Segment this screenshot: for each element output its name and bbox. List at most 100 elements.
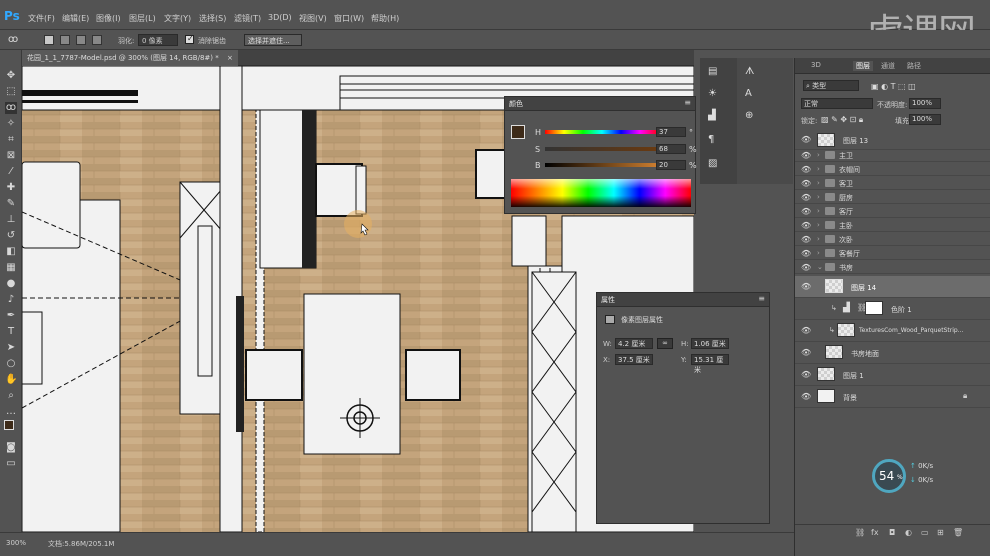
eye-icon[interactable]: 👁︎: [801, 193, 811, 202]
height-input[interactable]: 1.06 厘米: [691, 338, 729, 349]
blur-tool-icon[interactable]: ●: [5, 278, 17, 290]
eye-icon[interactable]: 👁︎: [801, 348, 811, 357]
panel-menu-icon[interactable]: ≡: [684, 98, 691, 107]
select-and-mask-button[interactable]: 选择并遮住...: [244, 34, 302, 46]
x-input[interactable]: 37.5 厘米: [615, 354, 653, 365]
pen-tool-icon[interactable]: ✒: [5, 310, 17, 322]
y-input[interactable]: 15.31 厘米: [691, 354, 729, 374]
menu-select[interactable]: 选择(S): [199, 13, 226, 24]
menu-file[interactable]: 文件(F): [28, 13, 55, 24]
properties-panel-title[interactable]: 属性: [601, 295, 615, 305]
hand-tool-icon[interactable]: ✋: [5, 374, 17, 386]
fill-input[interactable]: 100%: [909, 114, 941, 125]
blend-mode-select[interactable]: 正常: [801, 98, 873, 109]
expand-arrow-icon[interactable]: ›: [817, 151, 820, 159]
notes-panel-icon[interactable]: ▨: [708, 158, 717, 169]
feather-input[interactable]: 0 像素: [138, 34, 178, 46]
tab-3d[interactable]: 3D: [811, 61, 821, 69]
expand-arrow-icon[interactable]: ›: [817, 193, 820, 201]
expand-arrow-icon[interactable]: ›: [817, 207, 820, 215]
dodge-tool-icon[interactable]: ♪: [5, 294, 17, 306]
screen-mode-icon[interactable]: ▭: [5, 458, 17, 470]
group-row-kitchen[interactable]: 👁︎ › 厨房: [795, 190, 990, 204]
eye-icon[interactable]: 👁︎: [801, 326, 811, 335]
layer-row-study-floor[interactable]: 👁︎ 书房地面: [795, 342, 990, 364]
fx-icon[interactable]: fx: [871, 528, 879, 537]
tab-channels[interactable]: 通道: [881, 61, 895, 71]
menu-type[interactable]: 文字(Y): [164, 13, 191, 24]
expand-arrow-icon[interactable]: ›: [817, 179, 820, 187]
layer-row-13[interactable]: 👁︎ 图层 13: [795, 130, 990, 150]
close-tab-icon[interactable]: ×: [227, 54, 233, 62]
expand-arrow-icon[interactable]: ›: [817, 165, 820, 173]
stamp-tool-icon[interactable]: ⊥: [5, 214, 17, 226]
crop-tool-icon[interactable]: ⌗: [5, 134, 17, 146]
tab-paths[interactable]: 路径: [907, 61, 921, 71]
document-tab[interactable]: 花园_1_1_7787-Model.psd @ 300% (图层 14, RGB…: [22, 50, 238, 66]
eye-icon[interactable]: 👁︎: [801, 282, 811, 291]
zoom-level[interactable]: 300%: [6, 539, 26, 547]
group-row-living-room[interactable]: 👁︎ › 客厅: [795, 204, 990, 218]
width-input[interactable]: 4.2 厘米: [615, 338, 653, 349]
menu-layer[interactable]: 图层(L): [129, 13, 156, 24]
eraser-tool-icon[interactable]: ◧: [5, 246, 17, 258]
intersect-selection-icon[interactable]: [92, 35, 102, 45]
saturation-value[interactable]: 68: [656, 144, 686, 154]
antialias-checkbox[interactable]: ✓: [185, 34, 194, 44]
eye-icon[interactable]: 👁︎: [801, 135, 811, 144]
gradient-tool-icon[interactable]: ▦: [5, 262, 17, 274]
collapse-arrow-icon[interactable]: ⌄: [817, 263, 823, 271]
lasso-tool-icon[interactable]: ꝏ: [5, 102, 17, 114]
brightness-slider[interactable]: [545, 163, 659, 167]
type-tool-icon[interactable]: T: [5, 326, 17, 338]
layer-row-texture[interactable]: 👁︎ ↳ TexturesCom_Wood_ParquetStrip...: [795, 320, 990, 342]
path-select-icon[interactable]: ➤: [5, 342, 17, 354]
magic-wand-icon[interactable]: ✧: [5, 118, 17, 130]
layer-row-levels[interactable]: ↳ ▟ ⛓︎ 色阶 1: [795, 298, 990, 320]
group-row-study[interactable]: 👁︎ ⌄ 书房: [795, 260, 990, 274]
eyedropper-icon[interactable]: ⁄: [5, 166, 17, 178]
eye-icon[interactable]: 👁︎: [801, 370, 811, 379]
history-panel-icon[interactable]: ▤: [708, 66, 717, 77]
layer-filter-select[interactable]: ⌕ 类型: [803, 80, 859, 91]
opacity-input[interactable]: 100%: [909, 98, 941, 109]
adjustment-layer-icon[interactable]: ◐: [905, 528, 912, 537]
layer-row-1[interactable]: 👁︎ 图层 1: [795, 364, 990, 386]
tab-layers[interactable]: 图层: [853, 61, 873, 71]
group-row-master-bath[interactable]: 👁︎ › 主卫: [795, 148, 990, 162]
panel-menu-icon[interactable]: ≡: [758, 294, 765, 303]
group-row-closet[interactable]: 👁︎ › 衣帽间: [795, 162, 990, 176]
layer-row-14-selected[interactable]: 👁︎ 图层 14: [795, 276, 990, 298]
frame-tool-icon[interactable]: ⊠: [5, 150, 17, 162]
group-row-guest-bath[interactable]: 👁︎ › 客卫: [795, 176, 990, 190]
zoom-tool-icon[interactable]: ⌕: [5, 390, 17, 402]
history-brush-icon[interactable]: ↺: [5, 230, 17, 242]
adjustments-panel-icon[interactable]: ☀: [708, 88, 717, 99]
lock-icon[interactable]: 🔒︎: [963, 391, 967, 401]
menu-image[interactable]: 图像(I): [96, 13, 121, 24]
new-layer-icon[interactable]: ⊞: [937, 528, 944, 537]
menu-help[interactable]: 帮助(H): [371, 13, 399, 24]
add-selection-icon[interactable]: [60, 35, 70, 45]
group-row-second-bedroom[interactable]: 👁︎ › 次卧: [795, 232, 990, 246]
menu-window[interactable]: 窗口(W): [334, 13, 364, 24]
saturation-slider[interactable]: [545, 147, 659, 151]
expand-arrow-icon[interactable]: ›: [817, 249, 820, 257]
marquee-tool-icon[interactable]: ⬚: [5, 86, 17, 98]
shape-tool-icon[interactable]: ○: [5, 358, 17, 370]
new-group-icon[interactable]: ▭: [921, 528, 929, 537]
link-icon[interactable]: ∞: [657, 338, 673, 349]
expand-arrow-icon[interactable]: ›: [817, 235, 820, 243]
brush-tool-icon[interactable]: ✎: [5, 198, 17, 210]
menu-filter[interactable]: 滤镜(T): [234, 13, 261, 24]
hue-slider[interactable]: [545, 130, 659, 134]
menu-view[interactable]: 视图(V): [299, 13, 327, 24]
eye-icon[interactable]: 👁︎: [801, 249, 811, 258]
eye-icon[interactable]: 👁︎: [801, 207, 811, 216]
clone-source-panel-icon[interactable]: ⊕: [745, 110, 753, 121]
mask-icon[interactable]: ◘: [889, 528, 895, 537]
histogram-panel-icon[interactable]: ▟: [708, 110, 716, 121]
menu-edit[interactable]: 编辑(E): [62, 13, 89, 24]
eye-icon[interactable]: 👁︎: [801, 179, 811, 188]
healing-brush-icon[interactable]: ✚: [5, 182, 17, 194]
